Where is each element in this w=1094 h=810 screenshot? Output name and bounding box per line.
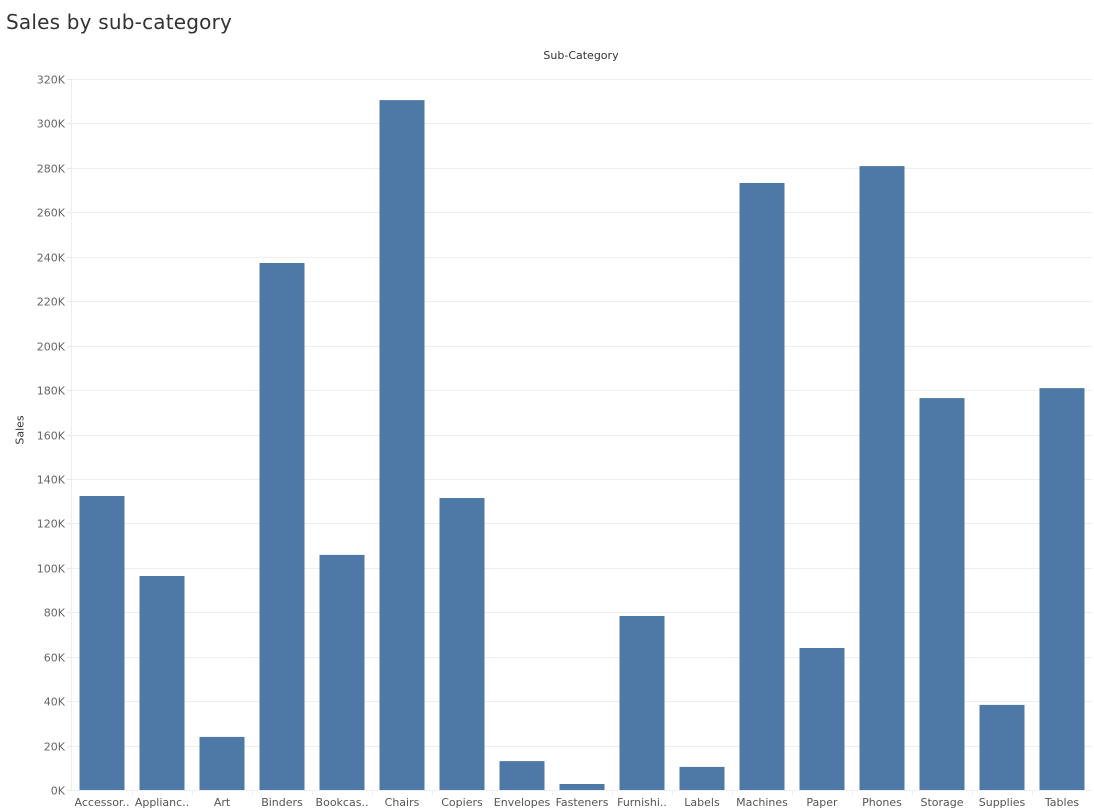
x-axis: Accessor.. Applianc.. Art Binders Bookcas.. C… (72, 790, 1092, 809)
y-tick-label: 80K (44, 607, 66, 620)
y-tick-label: 260K (37, 207, 66, 220)
x-tick-label: Binders (261, 796, 303, 809)
x-tick-label: Accessor.. (75, 796, 130, 809)
y-tick-label: 40K (44, 696, 66, 709)
x-tick-label: Machines (736, 796, 788, 809)
y-axis: 0K 20K 40K 60K 80K 100K 120K 140K 160K 180K 200K 22… (37, 74, 72, 798)
x-tick-label: Storage (920, 796, 963, 809)
y-tick-label: 0K (51, 785, 66, 798)
x-tick-label: Tables (1044, 796, 1079, 809)
x-tick-label: Supplies (979, 796, 1026, 809)
y-tick-label: 140K (37, 474, 66, 487)
y-tick-label: 100K (37, 563, 66, 576)
bar-envelopes[interactable] (499, 761, 545, 790)
x-tick-label: Labels (684, 796, 720, 809)
y-tick-label: 280K (37, 163, 66, 176)
y-tick-label: 60K (44, 652, 66, 665)
bar-storage[interactable] (919, 398, 965, 790)
y-tick-label: 240K (37, 252, 66, 265)
bars (79, 100, 1085, 791)
x-tick-label: Fasteners (556, 796, 609, 809)
y-tick-label: 220K (37, 296, 66, 309)
bar-chart: 0K 20K 40K 60K 80K 100K 120K 140K 160K 180K 200K 22… (37, 74, 1092, 809)
y-tick-label: 300K (37, 118, 66, 131)
x-tick-label: Copiers (441, 796, 483, 809)
bar-art[interactable] (199, 736, 245, 790)
x-tick-label: Bookcas.. (316, 796, 369, 809)
bar-bookcases[interactable] (319, 554, 365, 790)
y-tick-label: 120K (37, 518, 66, 531)
bar-labels[interactable] (679, 766, 725, 790)
y-tick-label: 320K (37, 74, 66, 87)
y-tick-label: 160K (37, 430, 66, 443)
bar-accessories[interactable] (79, 496, 125, 790)
x-tick-label: Envelopes (494, 796, 551, 809)
bar-furnishings[interactable] (619, 616, 665, 790)
bar-phones[interactable] (859, 166, 905, 791)
x-tick-label: Furnishi.. (617, 796, 667, 809)
x-tick-label: Chairs (385, 796, 420, 809)
x-tick-label: Phones (862, 796, 902, 809)
bar-fasteners[interactable] (559, 784, 605, 790)
y-tick-label: 20K (44, 741, 66, 754)
bar-paper[interactable] (799, 648, 845, 790)
y-tick-label: 180K (37, 385, 66, 398)
y-tick-label: 200K (37, 341, 66, 354)
x-tick-label: Art (214, 796, 231, 809)
bar-supplies[interactable] (979, 704, 1025, 790)
bar-appliances[interactable] (139, 576, 185, 790)
bar-tables[interactable] (1039, 388, 1085, 790)
bar-copiers[interactable] (439, 498, 485, 790)
bar-chairs[interactable] (379, 100, 425, 791)
x-tick-label: Paper (806, 796, 838, 809)
bar-machines[interactable] (739, 183, 785, 790)
x-tick-label: Applianc.. (135, 796, 189, 809)
bar-binders[interactable] (259, 263, 305, 790)
